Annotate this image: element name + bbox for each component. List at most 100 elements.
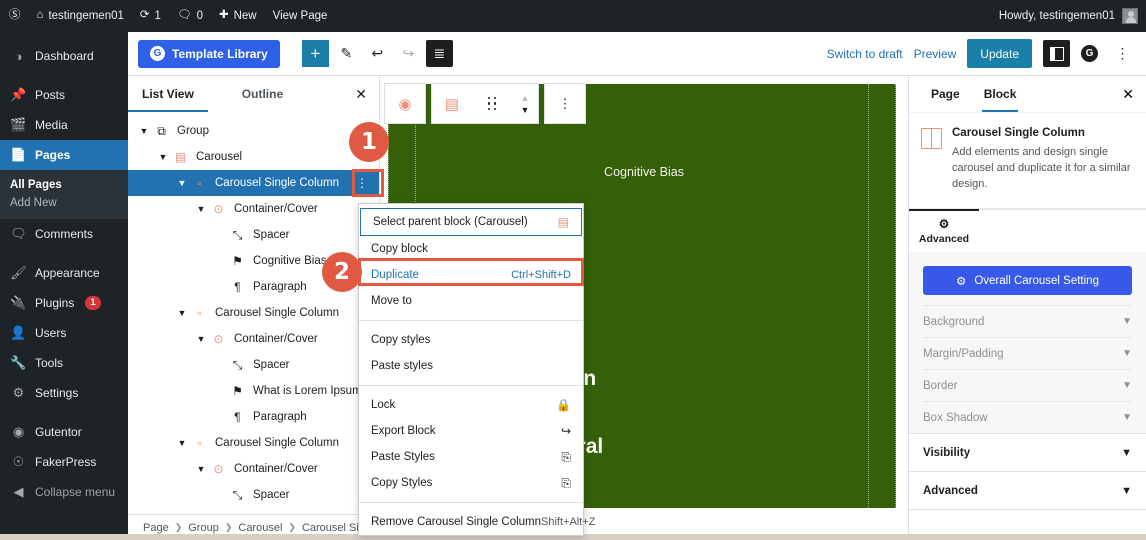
media-icon: 🎬 — [10, 117, 27, 133]
list-view-row[interactable]: ▼▫Carousel Single Column — [128, 430, 379, 456]
updates-menu[interactable]: ⟳ 1 — [132, 0, 169, 32]
tab-page[interactable]: Page — [919, 76, 972, 112]
menu-item-paste-styles[interactable]: Paste Styles⎘ — [359, 444, 583, 470]
panel-border[interactable]: Border ▼ — [923, 369, 1132, 401]
comments-menu[interactable]: 🗨 0 — [169, 0, 211, 32]
wp-logo-menu[interactable]: Ⓢ — [0, 0, 29, 32]
redo-button[interactable]: ↪ — [395, 40, 422, 67]
panel-margin-padding[interactable]: Margin/Padding ▼ — [923, 337, 1132, 369]
heading-icon: ⚑ — [228, 385, 247, 397]
menu-item-select-parent-block-carousel[interactable]: Select parent block (Carousel)▤ — [360, 208, 582, 236]
carousel-parent-icon[interactable]: ◉ — [385, 84, 425, 123]
drag-handle-icon[interactable] — [472, 84, 512, 123]
menu-item-export-block[interactable]: Export Block↪ — [359, 418, 583, 444]
tab-list-view[interactable]: List View — [128, 76, 208, 112]
more-options-button[interactable]: ⋮ — [1109, 40, 1136, 67]
list-view-row[interactable]: ▼▤Carousel — [128, 144, 379, 170]
breadcrumb-item[interactable]: Page — [143, 522, 169, 534]
panel-background[interactable]: Background ▼ — [923, 305, 1132, 337]
sidebar-item-users[interactable]: 👤 Users — [0, 318, 128, 348]
plugins-update-badge: 1 — [85, 296, 100, 310]
breadcrumb-item[interactable]: Group — [188, 522, 219, 534]
pin-icon: 📌 — [10, 87, 27, 103]
chevron-down-icon[interactable]: ▼ — [136, 126, 152, 136]
sidebar-item-pages[interactable]: 📄 Pages — [0, 140, 128, 170]
list-view-row-label: Carousel Single Column — [215, 437, 339, 449]
edit-tool-button[interactable]: ✎ — [333, 40, 360, 67]
close-icon[interactable]: ✕ — [355, 86, 379, 103]
menu-item-copy-styles[interactable]: Copy Styles⎘ — [359, 470, 583, 496]
chevron-down-icon[interactable]: ▼ — [174, 438, 190, 448]
chevron-down-icon[interactable]: ▼ — [193, 334, 209, 344]
update-button[interactable]: Update — [967, 39, 1032, 68]
chevron-down-icon[interactable]: ▼ — [174, 178, 190, 188]
sidebar-item-collapse-menu[interactable]: ◀ Collapse menu — [0, 477, 128, 507]
chevron-down-icon[interactable]: ▼ — [155, 152, 171, 162]
ellipsis-vertical-icon[interactable]: ⋮ — [545, 84, 585, 123]
list-view-button[interactable]: ≣ — [426, 40, 453, 67]
chevron-down-icon[interactable]: ▼ — [193, 464, 209, 474]
site-name-menu[interactable]: ⌂ testingemen01 — [29, 0, 132, 32]
close-icon[interactable]: ✕ — [1122, 86, 1146, 103]
panel-box-shadow[interactable]: Box Shadow ▼ — [923, 401, 1132, 433]
list-view-row[interactable]: ▼⤡Spacer — [128, 222, 379, 248]
sidebar-item-gutentor[interactable]: ◉ Gutentor — [0, 417, 128, 447]
list-view-row[interactable]: ▼⤡Spacer — [128, 352, 379, 378]
list-view-row[interactable]: ▼⊙Container/Cover — [128, 196, 379, 222]
menu-item-remove-carousel-single-column[interactable]: Remove Carousel Single ColumnShift+Alt+Z — [359, 509, 583, 535]
panel-advanced[interactable]: Advanced ▼ — [909, 471, 1146, 509]
columns-icon[interactable]: ▤ — [432, 84, 472, 123]
panel-visibility[interactable]: Visibility ▼ — [909, 433, 1146, 471]
list-view-row[interactable]: ▼⚑What is Lorem Ipsum? — [128, 378, 379, 404]
lock-icon: 🔒 — [556, 398, 571, 412]
sidebar-item-label: Users — [35, 326, 66, 340]
breadcrumb-item[interactable]: Carousel — [238, 522, 282, 534]
submenu-item-add-new[interactable]: Add New — [0, 194, 128, 212]
add-block-button[interactable]: + — [302, 40, 329, 67]
sidebar-item-label: Appearance — [35, 266, 100, 280]
gutentor-header-icon[interactable]: G — [1081, 45, 1098, 62]
list-view-row[interactable]: ▼¶Paragraph — [128, 404, 379, 430]
new-content-menu[interactable]: ✚ New — [211, 0, 265, 32]
list-view-row[interactable]: ▼▫Carousel Single Column — [128, 300, 379, 326]
admin-bar-account[interactable]: Howdy, testingemen01 — [999, 8, 1146, 24]
chevron-down-icon[interactable]: ▼ — [174, 308, 190, 318]
sidebar-item-comments[interactable]: 🗨 Comments — [0, 219, 128, 249]
preview-button[interactable]: Preview — [914, 47, 957, 61]
tab-advanced[interactable]: ⚙ Advanced — [909, 209, 979, 252]
block-mover[interactable]: ▲ ▼ — [512, 84, 538, 123]
undo-button[interactable]: ↩ — [364, 40, 391, 67]
switch-to-draft-button[interactable]: Switch to draft — [827, 47, 903, 61]
settings-sidebar-toggle[interactable] — [1043, 40, 1070, 67]
chevron-down-icon[interactable]: ▼ — [521, 105, 530, 115]
overall-carousel-setting-button[interactable]: ⚙ Overall Carousel Setting — [923, 266, 1132, 295]
sidebar-item-appearance[interactable]: 🖌 Appearance — [0, 258, 128, 288]
sidebar-item-plugins[interactable]: 🔌 Plugins 1 — [0, 288, 128, 318]
tab-block[interactable]: Block — [972, 76, 1029, 112]
list-view-panel: List View Outline ✕ ▼⧉Group▼▤Carousel▼▫C… — [128, 76, 380, 540]
sidebar-item-dashboard[interactable]: ◑ Dashboard — [0, 41, 128, 71]
sidebar-item-label: Plugins — [35, 296, 74, 310]
user-icon: 👤 — [10, 325, 27, 341]
sidebar-item-tools[interactable]: 🔧 Tools — [0, 348, 128, 378]
sidebar-item-posts[interactable]: 📌 Posts — [0, 80, 128, 110]
view-page-link[interactable]: View Page — [265, 0, 336, 32]
chevron-up-icon[interactable]: ▲ — [521, 93, 530, 103]
chevron-down-icon[interactable]: ▼ — [193, 204, 209, 214]
sidebar-item-settings[interactable]: ⚙ Settings — [0, 378, 128, 408]
canvas-heading[interactable]: Cognitive Bias — [380, 165, 908, 179]
menu-item-lock[interactable]: Lock🔒 — [359, 392, 583, 418]
list-view-row[interactable]: ▼▫Carousel Single Column⋮ — [128, 170, 379, 196]
menu-item-move-to[interactable]: Move to — [359, 288, 583, 314]
list-view-row[interactable]: ▼⊙Container/Cover — [128, 456, 379, 482]
menu-item-copy-styles[interactable]: Copy styles — [359, 327, 583, 353]
submenu-item-all-pages[interactable]: All Pages — [0, 176, 128, 194]
list-view-row[interactable]: ▼⤡Spacer — [128, 482, 379, 508]
list-view-row[interactable]: ▼⊙Container/Cover — [128, 326, 379, 352]
template-library-button[interactable]: G Template Library — [138, 40, 280, 68]
sidebar-item-media[interactable]: 🎬 Media — [0, 110, 128, 140]
tab-outline[interactable]: Outline — [208, 76, 297, 112]
list-view-row[interactable]: ▼⧉Group — [128, 118, 379, 144]
menu-item-paste-styles[interactable]: Paste styles — [359, 353, 583, 379]
sidebar-item-fakerpress[interactable]: ☉ FakerPress — [0, 447, 128, 477]
